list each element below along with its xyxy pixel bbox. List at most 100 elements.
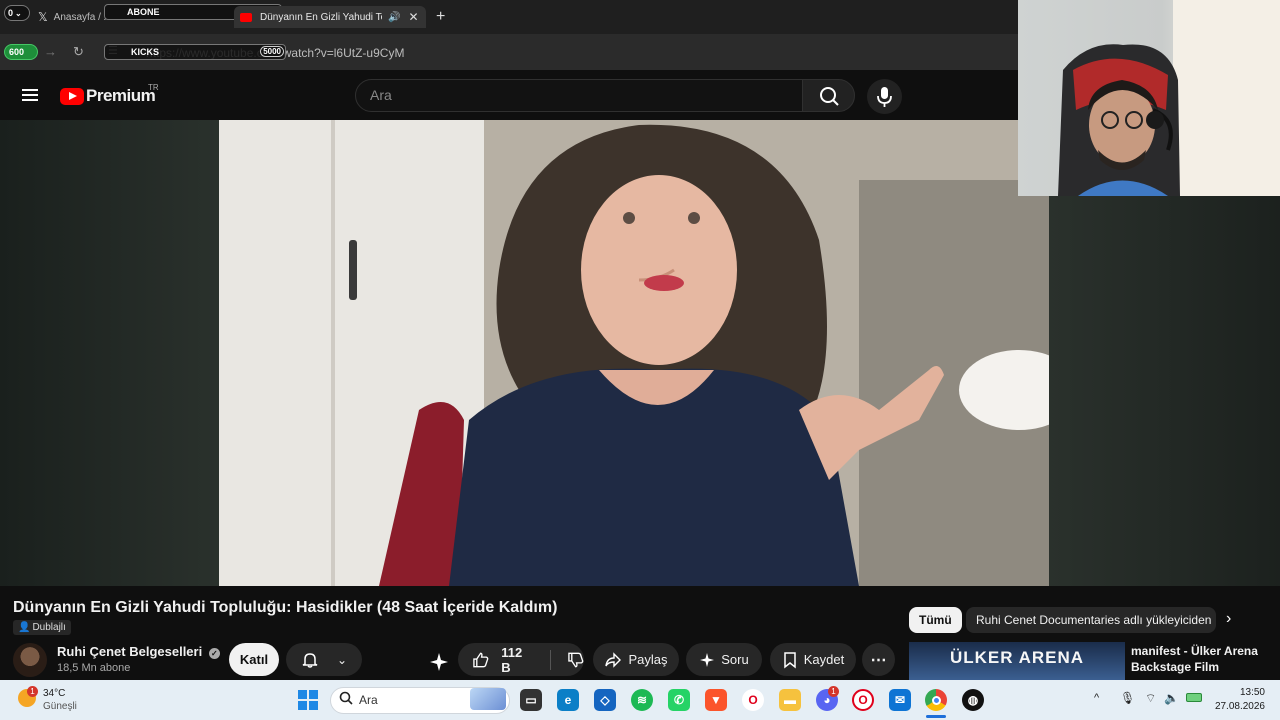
video-right-bar [1049,196,1280,586]
forward-icon[interactable]: → [44,44,57,59]
kicks-label: KICKS [131,47,160,57]
mail-app-icon[interactable]: ✉ [889,689,911,711]
x-logo-icon: 𝕏 [38,10,48,24]
volume-icon[interactable]: 🔈 [1164,691,1179,705]
edge-icon[interactable]: e [557,689,579,711]
video-left-bar [0,120,219,586]
abone-label: ABONE [127,7,160,17]
opera-icon[interactable]: O [742,689,764,711]
voice-search-button[interactable] [867,79,902,114]
bell-icon [302,652,318,668]
clock-date[interactable]: 27.08.2026 [1205,701,1265,712]
search-icon [820,87,839,106]
chrome-icon[interactable] [925,689,947,711]
join-label: Katıl [239,652,269,667]
app-blue-icon[interactable]: ◇ [594,689,616,711]
more-icon: ⋯ [870,651,887,669]
tab-title: Dünyanın En Gizli Yahudi To [260,11,382,23]
active-app-indicator [926,715,946,718]
battery-icon[interactable] [1186,693,1202,702]
channel-name[interactable]: Ruhi Çenet Belgeselleri ✓ [57,644,220,659]
ask-label: Soru [721,652,749,667]
search-icon [339,691,353,705]
left-counter-value: 600 [9,47,25,57]
share-icon [605,651,622,668]
video-scene-image [219,120,1049,586]
file-explorer-icon[interactable]: ▬ [779,689,801,711]
kicks-counter-overlay: KICKS 5000 [104,44,286,60]
chevron-right-icon[interactable]: › [1226,610,1231,628]
join-button[interactable]: Katıl [229,643,279,676]
close-icon[interactable]: ✕ [408,10,418,24]
bookmark-icon [784,651,796,669]
thumbs-down-icon[interactable] [567,651,584,669]
brave-icon[interactable]: ▼ [705,689,727,711]
thumbnail-text: ÜLKER ARENA [949,648,1085,667]
webcam-overlay [1018,0,1280,196]
youtube-brand[interactable]: Premium [86,86,156,106]
search-button[interactable] [802,79,855,112]
kicks-count: 5000 [260,46,284,57]
subscriber-count: 18,5 Mn abone [57,662,131,674]
tab-youtube-video[interactable]: Dünyanın En Gizli Yahudi To 🔊 ✕ [234,6,426,28]
video-title: Dünyanın En Gizli Yahudi Topluluğu: Hasi… [13,599,558,616]
dubbed-label: Dublajlı [32,622,66,633]
divider [549,649,551,670]
search-input[interactable]: Ara [355,79,803,112]
spotify-icon[interactable]: ≋ [631,689,653,711]
tab-search-button[interactable]: 0 ⌄ [4,5,30,21]
youtube-favicon-icon [240,12,252,22]
left-counter-pill: 600 [4,44,38,60]
discord-badge: 1 [828,686,839,697]
channel-name-text: Ruhi Çenet Belgeselleri [57,644,203,659]
youtube-logo-icon[interactable] [60,88,84,105]
microphone-icon[interactable]: 🎙 [1120,691,1135,705]
reload-icon[interactable]: ↻ [73,44,84,60]
microphone-icon [877,87,892,107]
webcam-image [1058,0,1280,196]
weather-temp[interactable]: 34°C [43,688,65,699]
task-view-icon[interactable]: ▭ [520,689,542,711]
ask-button[interactable]: Soru [686,643,762,676]
like-dislike-group: 112 B [458,643,584,676]
region-code: TR [148,83,159,92]
obs-icon[interactable]: ◍ [962,689,984,711]
chip-all[interactable]: Tümü [909,607,962,633]
verified-icon: ✓ [208,648,220,659]
channel-avatar[interactable] [13,643,47,677]
dubbed-badge: 👤 Dublajlı [13,620,71,635]
wifi-icon[interactable]: ⌔ [1145,691,1156,706]
new-tab-icon[interactable]: + [436,8,445,26]
speaker-icon[interactable]: 🔊 [388,12,400,23]
chip-from-uploader[interactable]: Ruhi Cenet Documentaries adlı yükleyicid… [966,607,1216,633]
search-highlight-icon [470,688,506,710]
weather-badge: 1 [27,686,38,697]
clock-time[interactable]: 13:50 [1229,687,1265,698]
thumbs-up-icon[interactable] [472,651,489,669]
related-thumbnail[interactable]: ÜLKER ARENA [909,642,1125,680]
person-voice-icon: 👤 [18,622,31,633]
sparkle-icon [700,652,715,667]
like-count[interactable]: 112 B [501,645,534,675]
sparkle-ai-icon[interactable] [428,651,450,673]
opera-gx-icon[interactable]: O [852,689,874,711]
chevron-down-icon: ⌄ [336,652,348,667]
screen: { "browser": { "counter_left": "0", "tab… [0,0,1280,720]
subscription-bell-button[interactable]: ⌄ [286,643,362,676]
more-actions-button[interactable]: ⋯ [862,643,895,676]
share-label: Paylaş [628,652,668,667]
share-button[interactable]: Paylaş [593,643,679,676]
video-frame[interactable] [219,120,1049,586]
tab-counter: 0 [8,8,14,18]
taskbar-search-placeholder: Ara [359,693,378,707]
tab-title: Anasayfa / X [53,11,111,23]
save-label: Kaydet [803,652,845,667]
weather-desc: Güneşli [43,701,77,712]
related-video-title[interactable]: manifest - Ülker Arena Backstage Film [1131,643,1276,675]
chevron-up-icon[interactable]: ^ [1094,692,1099,704]
menu-icon[interactable] [22,89,38,101]
chevron-down-icon: ⌄ [15,8,22,18]
whatsapp-icon[interactable]: ✆ [668,689,690,711]
save-button[interactable]: Kaydet [770,643,856,676]
windows-start-icon[interactable] [298,690,318,710]
